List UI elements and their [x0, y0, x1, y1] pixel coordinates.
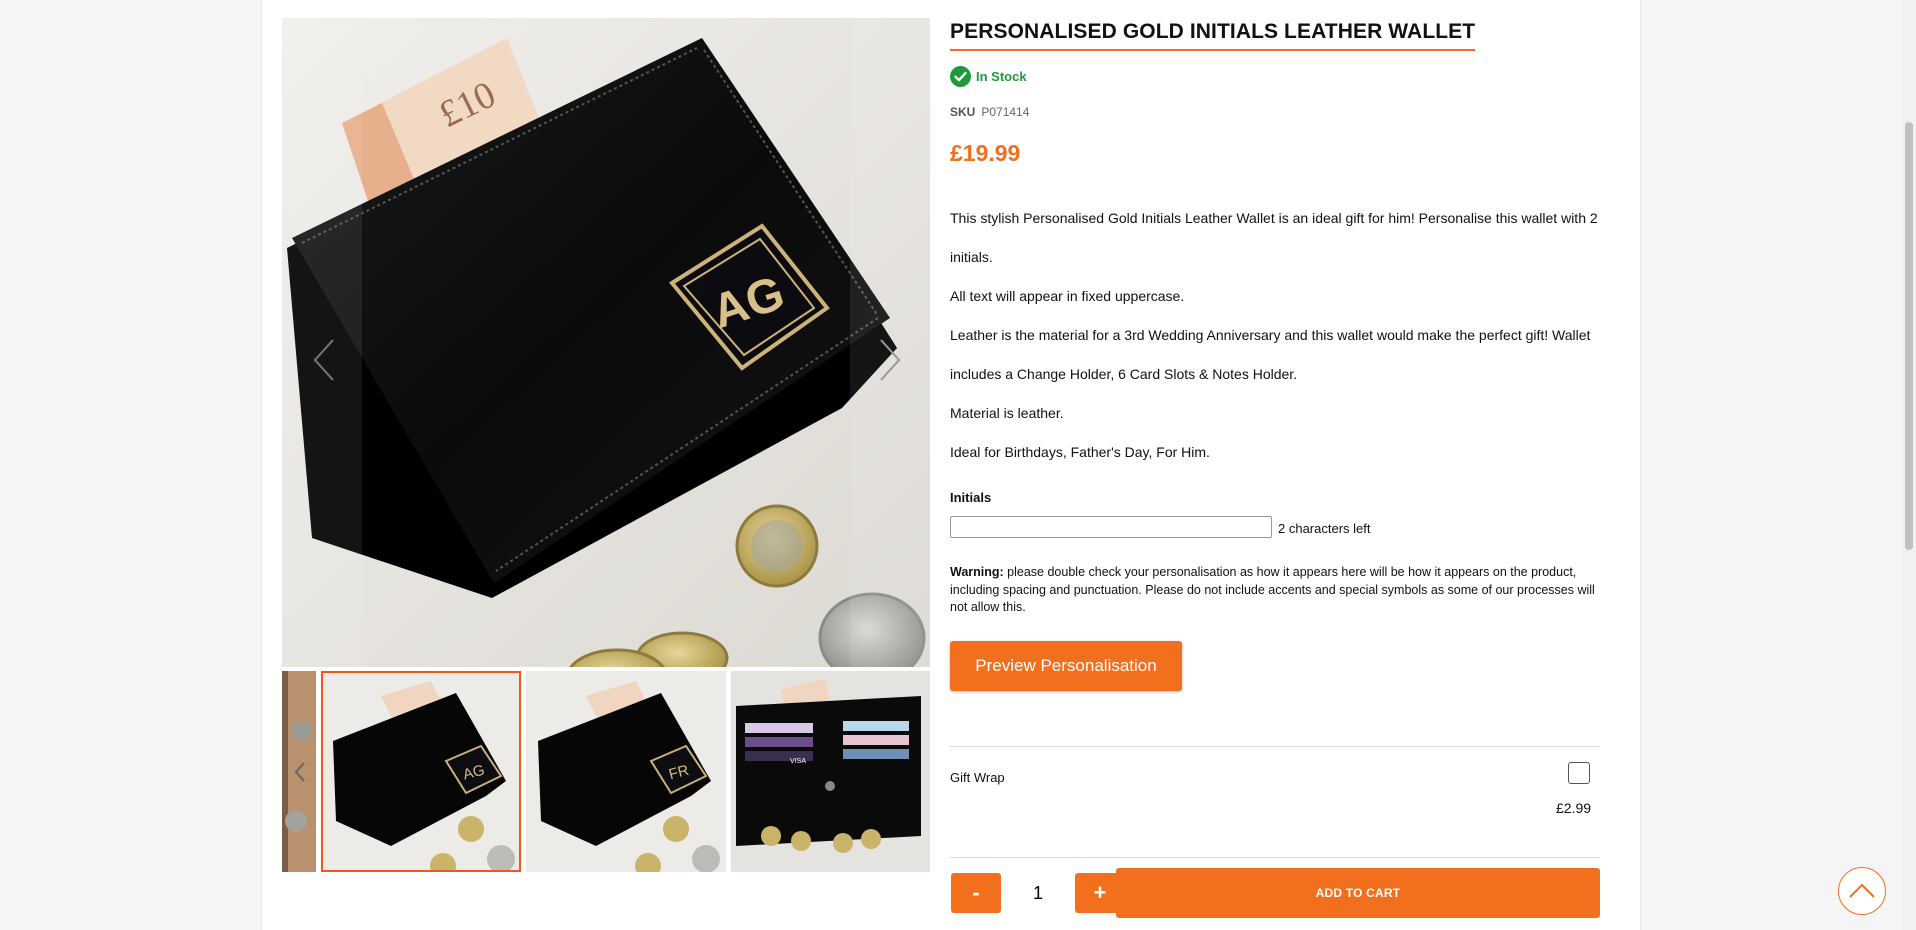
gallery-prev-button[interactable]: [306, 330, 342, 390]
scroll-to-top-button[interactable]: [1838, 867, 1886, 915]
chevron-up-icon: [1849, 883, 1875, 898]
divider: [950, 857, 1600, 858]
product-price: £19.99: [950, 140, 1021, 166]
divider: [950, 746, 1600, 747]
chevron-right-icon: [880, 339, 901, 381]
warning-label: Warning:: [950, 565, 1004, 579]
main-product-image[interactable]: £10 AG: [282, 18, 930, 667]
gift-wrap-label: Gift Wrap: [950, 770, 1005, 785]
stock-status: In Stock: [950, 66, 1027, 87]
description-paragraph: Ideal for Birthdays, Father's Day, For H…: [950, 444, 1210, 460]
thumbnail-open-wallet[interactable]: VISA: [731, 671, 930, 872]
sku: SKU P071414: [950, 105, 1029, 119]
thumbnail-strip: AG FR VISA: [282, 671, 930, 872]
product-page: £10 AG AG FR VISA PERSONALISED GOLD INIT…: [261, 0, 1641, 930]
quantity-decrease-button[interactable]: -: [951, 873, 1001, 913]
chevron-left-icon: [313, 339, 334, 381]
product-title: PERSONALISED GOLD INITIALS LEATHER WALLE…: [950, 20, 1476, 51]
thumbnail-prev-button[interactable]: [288, 755, 312, 789]
gift-wrap-price: £2.99: [1556, 800, 1592, 816]
description-paragraph: This stylish Personalised Gold Initials …: [950, 210, 1598, 265]
sku-value: P071414: [981, 105, 1030, 119]
description-paragraph: All text will appear in fixed uppercase.: [950, 288, 1185, 304]
initials-input[interactable]: [950, 516, 1272, 538]
thumbnail-fr[interactable]: FR: [526, 671, 726, 872]
page-scrollbar[interactable]: [1902, 0, 1916, 930]
initials-label: Initials: [950, 490, 992, 505]
product-description: This stylish Personalised Gold Initials …: [950, 199, 1600, 472]
check-circle-icon: [950, 66, 971, 87]
thumbnail-partial[interactable]: [282, 671, 316, 872]
gallery-next-button[interactable]: [872, 330, 908, 390]
characters-left: 2 characters left: [1278, 521, 1371, 536]
description-paragraph: Material is leather.: [950, 405, 1064, 421]
scrollbar-thumb[interactable]: [1905, 122, 1913, 550]
quantity-input[interactable]: [1003, 873, 1073, 913]
add-to-cart-button[interactable]: ADD TO CART: [1116, 868, 1600, 918]
card-text: VISA: [790, 758, 806, 765]
chevron-left-icon: [294, 762, 305, 782]
wallet-photo: £10 AG: [282, 18, 930, 667]
description-paragraph: Leather is the material for a 3rd Weddin…: [950, 327, 1591, 382]
preview-personalisation-button[interactable]: Preview Personalisation: [950, 641, 1182, 691]
gift-wrap-checkbox[interactable]: [1568, 762, 1590, 784]
stock-text: In Stock: [976, 69, 1027, 84]
sku-label: SKU: [950, 105, 976, 119]
thumbnail-ag[interactable]: AG: [321, 671, 521, 872]
warning-text: please double check your personalisation…: [950, 565, 1595, 614]
personalisation-warning: Warning: please double check your person…: [950, 564, 1600, 617]
